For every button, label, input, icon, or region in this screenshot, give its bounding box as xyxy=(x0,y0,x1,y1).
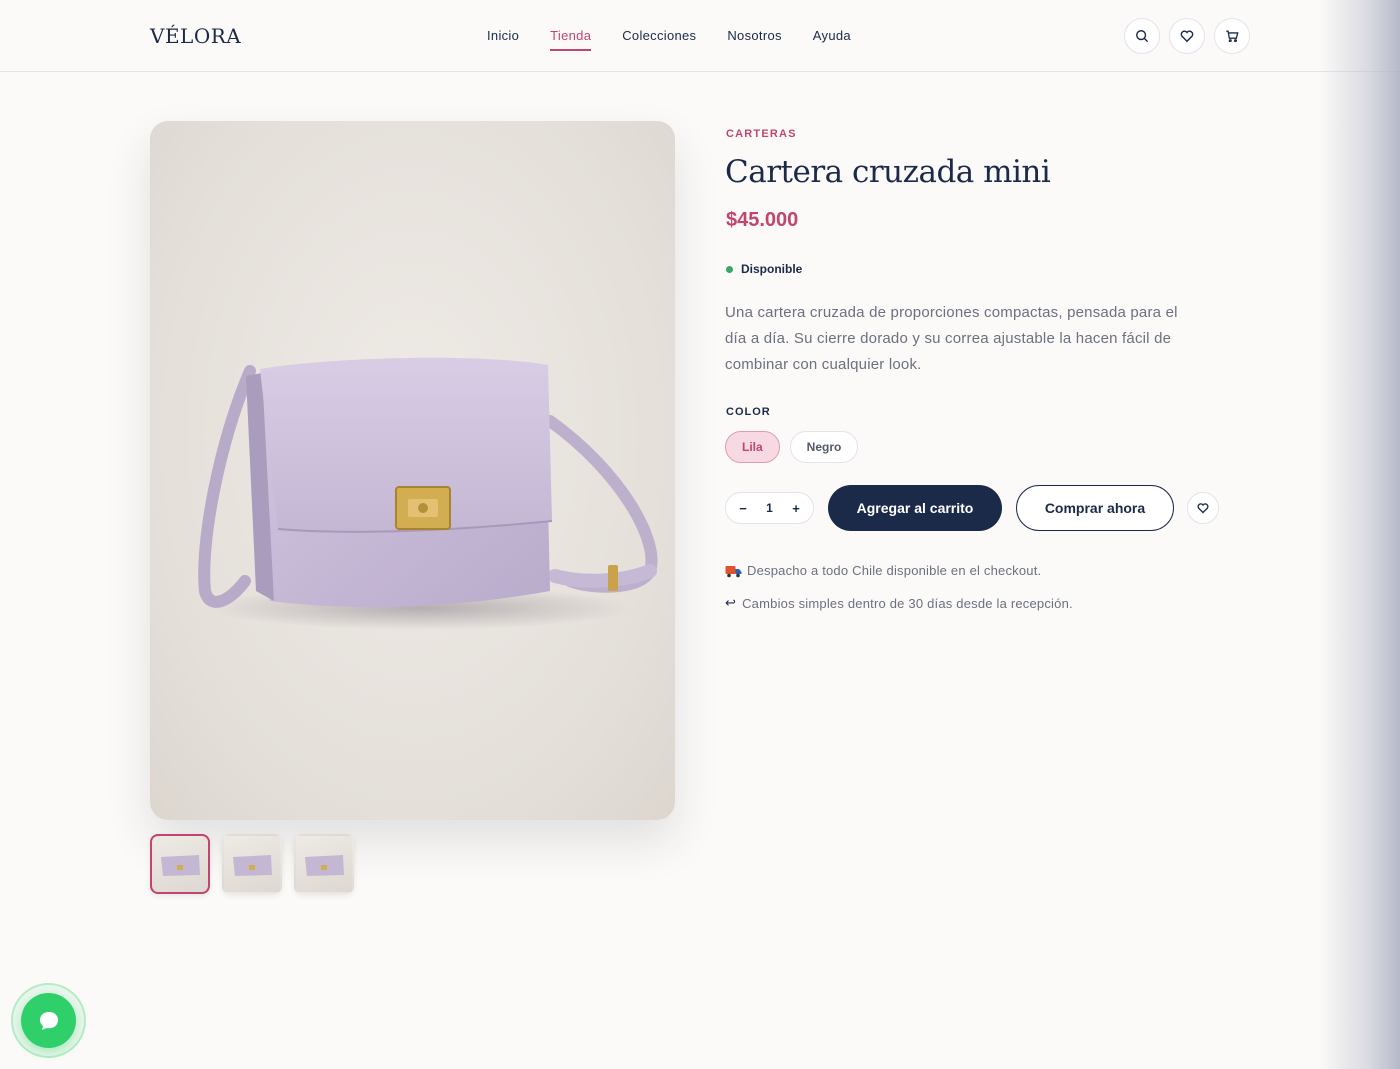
quantity-stepper: − 1 + xyxy=(725,492,814,524)
returns-note: ↩ Cambios simples dentro de 30 días desd… xyxy=(725,595,1073,611)
edge-shadow xyxy=(1320,0,1400,1069)
cart-icon xyxy=(1226,30,1239,43)
return-arrow-icon: ↩ xyxy=(725,595,737,610)
thumbnail-3[interactable] xyxy=(294,834,354,894)
color-options: Lila Negro xyxy=(725,431,868,463)
heart-icon xyxy=(1180,30,1194,43)
color-option-negro[interactable]: Negro xyxy=(789,431,859,463)
thumbnail-1[interactable] xyxy=(150,834,210,894)
product-description: Una cartera cruzada de proporciones comp… xyxy=(725,304,1178,373)
increase-quantity-button[interactable]: + xyxy=(791,501,801,516)
product-price: $45.000 xyxy=(726,209,799,231)
product-main-image[interactable] xyxy=(150,121,675,820)
truck-icon xyxy=(725,565,742,577)
nav-item-inicio[interactable]: Inicio xyxy=(487,28,519,49)
main-nav: Inicio Tienda Colecciones Nosotros Ayuda xyxy=(487,28,882,51)
stock-text: Disponible xyxy=(741,262,803,276)
decrease-quantity-button[interactable]: − xyxy=(738,501,748,516)
add-to-wishlist-button[interactable] xyxy=(1187,492,1219,524)
nav-item-tienda[interactable]: Tienda xyxy=(550,28,592,51)
nav-item-ayuda[interactable]: Ayuda xyxy=(813,28,851,49)
thumbnail-strip xyxy=(150,834,366,894)
handbag-thumb-image xyxy=(161,855,200,876)
handbag-thumb-image xyxy=(233,855,272,876)
product-category[interactable]: CARTERAS xyxy=(726,128,797,140)
handbag-image xyxy=(198,357,658,630)
search-button[interactable] xyxy=(1124,18,1160,54)
product-title: Cartera cruzada mini xyxy=(725,154,1051,190)
site-header: VÉLORA Inicio Tienda Colecciones Nosotro… xyxy=(0,0,1400,72)
color-label: COLOR xyxy=(726,406,771,418)
nav-item-colecciones[interactable]: Colecciones xyxy=(622,28,696,49)
search-icon xyxy=(1136,30,1149,43)
add-to-cart-button[interactable]: Agregar al carrito xyxy=(828,485,1002,531)
heart-icon xyxy=(1197,503,1209,514)
brand-logo[interactable]: VÉLORA xyxy=(150,24,241,48)
cart-button[interactable] xyxy=(1214,18,1250,54)
wishlist-button[interactable] xyxy=(1169,18,1205,54)
stock-status: Disponible xyxy=(726,262,802,276)
available-dot xyxy=(726,265,733,273)
returns-note-text: Cambios simples dentro de 30 días desde … xyxy=(742,595,1073,611)
chat-bubble-icon xyxy=(39,1011,58,1030)
handbag-thumb-image xyxy=(305,855,344,876)
shipping-note: Despacho a todo Chile disponible en el c… xyxy=(725,563,1041,578)
quantity-value[interactable]: 1 xyxy=(766,501,773,515)
nav-item-nosotros[interactable]: Nosotros xyxy=(727,28,781,49)
buy-now-button[interactable]: Comprar ahora xyxy=(1016,485,1174,531)
chat-button[interactable] xyxy=(21,993,76,1048)
thumbnail-2[interactable] xyxy=(222,834,282,894)
color-option-lila[interactable]: Lila xyxy=(725,431,780,463)
shipping-note-text: Despacho a todo Chile disponible en el c… xyxy=(747,563,1042,578)
